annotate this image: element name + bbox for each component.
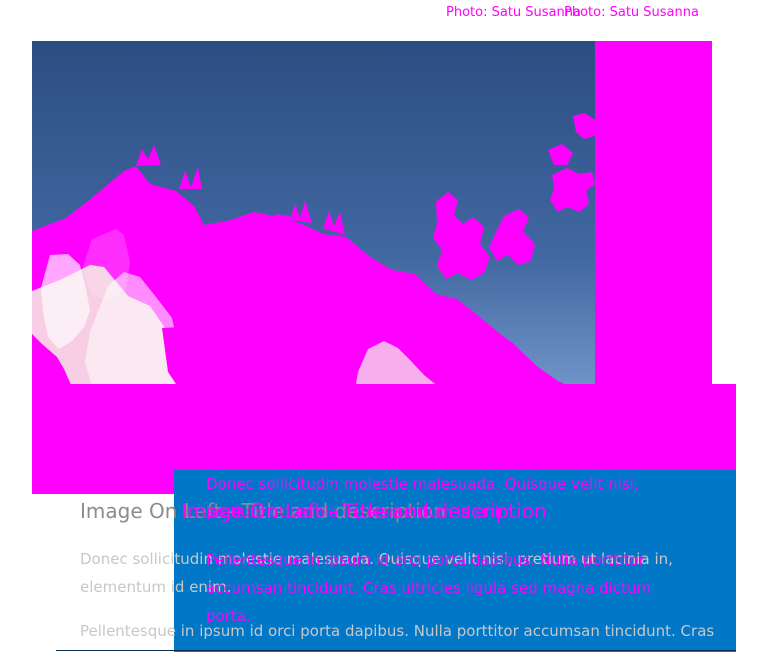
magenta-overlay-left <box>32 470 174 494</box>
building-icon <box>32 41 595 415</box>
magenta-overlay-right <box>595 41 712 384</box>
photo-credit-second: Photo: Satu Susanna <box>564 5 699 20</box>
hero-photo <box>32 41 595 415</box>
card-paragraph-1: Donec sollicitudin molestie malesuada. Q… <box>206 475 639 521</box>
photo-credit-first: Photo: Satu Susanna <box>446 5 581 20</box>
card-text-overlay: Donec sollicitudin molestie malesuada. Q… <box>206 470 696 643</box>
magenta-overlay-bottom <box>32 384 736 470</box>
card-paragraph-2: Pellentesque in ipsum id orci porta dapi… <box>206 551 652 625</box>
page-canvas: Photo: Satu Susanna Photo: Satu Susanna <box>0 0 768 652</box>
bottom-divider <box>56 650 736 651</box>
